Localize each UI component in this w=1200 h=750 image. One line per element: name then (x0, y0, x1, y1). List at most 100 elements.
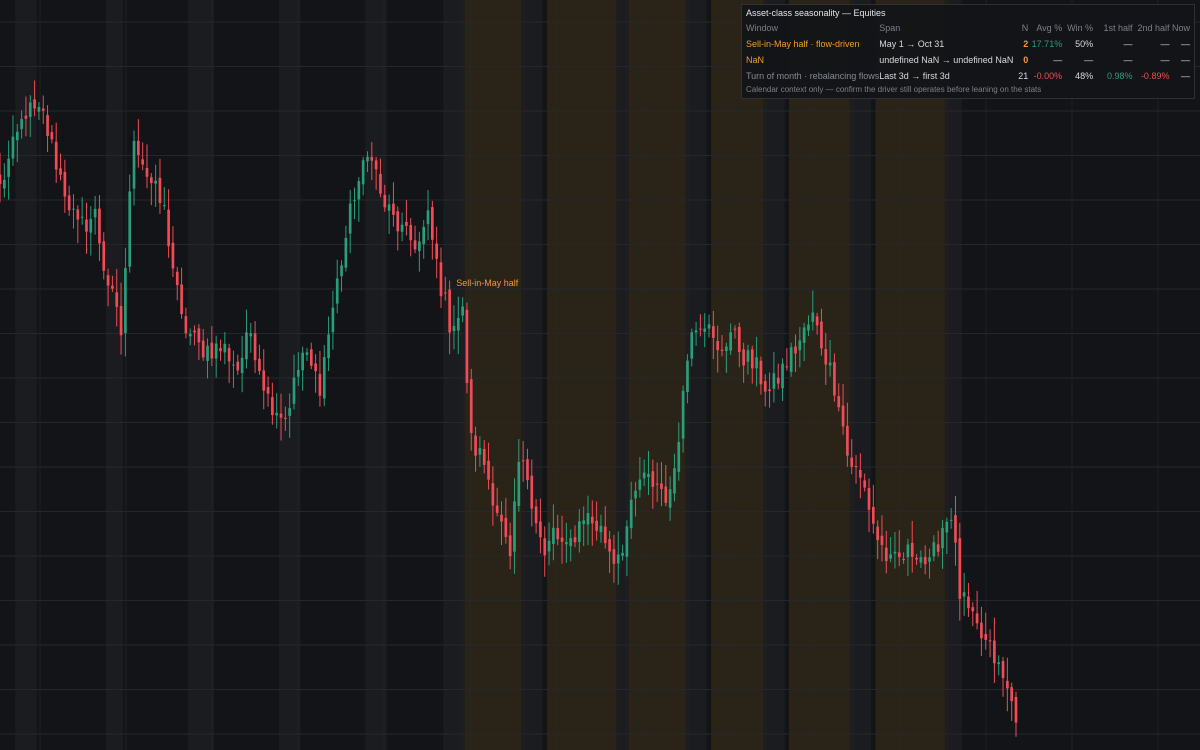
candle-body (651, 471, 655, 487)
chart-area[interactable]: Sell-in-May half Asset-class seasonality… (0, 0, 1200, 750)
candle-body (379, 173, 382, 194)
candle-body (1014, 696, 1018, 723)
row-window: Turn of month · rebalancing flows (746, 71, 880, 81)
candle-body (24, 115, 28, 119)
candle (980, 606, 983, 656)
candle-body (431, 207, 434, 240)
candle (102, 232, 106, 280)
candle-body (694, 330, 698, 333)
candle (175, 266, 179, 301)
col-avg: Avg % (1036, 23, 1063, 33)
candle (11, 115, 15, 166)
row-avg: -0.00% (1033, 71, 1063, 81)
candle-body (262, 370, 266, 391)
row-n: 21 (1018, 71, 1029, 81)
candle (431, 200, 434, 260)
candle-body (975, 613, 979, 624)
candle (435, 226, 439, 279)
candle-body (699, 328, 702, 330)
candle (789, 342, 793, 377)
candle (400, 212, 404, 242)
candle (465, 302, 469, 394)
seasonality-table: Window Span N Avg % Win % 1st half 2nd h… (746, 22, 1190, 85)
candle-body (63, 171, 67, 197)
candle-body (577, 521, 581, 542)
candle-body (759, 360, 763, 385)
candle-body (612, 549, 616, 564)
candle (132, 130, 136, 206)
candle-body (465, 309, 469, 383)
candle-body (746, 350, 750, 362)
candle-body (902, 558, 905, 560)
candle-body (348, 203, 352, 234)
candle-body (344, 237, 348, 268)
candle-body (599, 525, 603, 533)
turn-of-month-band (944, 0, 962, 750)
candle-body (119, 305, 123, 336)
candle-body (387, 204, 391, 211)
candle-body (418, 241, 421, 252)
candle (344, 225, 348, 272)
candle-body (928, 557, 931, 562)
candle (335, 259, 339, 314)
candle (180, 267, 183, 319)
candle-body (595, 520, 598, 531)
candle-body (733, 328, 737, 330)
col-n: N (1021, 23, 1029, 33)
candle-body (824, 349, 828, 365)
candle (984, 612, 988, 650)
candle-body (0, 174, 2, 184)
candle-body (206, 345, 209, 361)
candle (50, 125, 54, 144)
candle-body (305, 352, 309, 355)
candle-body (76, 209, 80, 220)
candle (971, 602, 975, 627)
candle (232, 350, 235, 388)
candle (1014, 691, 1018, 737)
candle (1010, 682, 1014, 721)
candle-body (422, 226, 426, 245)
candle (262, 349, 266, 410)
candle-body (141, 159, 145, 165)
col-first-half: 1st half (1103, 23, 1133, 33)
col-span: Span (879, 23, 901, 33)
candle-body (967, 596, 970, 609)
candle-body (841, 405, 845, 427)
candle (245, 309, 248, 369)
candle (249, 322, 253, 353)
candle (46, 105, 49, 152)
candle-body (227, 347, 231, 362)
candle (396, 206, 400, 251)
candle-body (781, 363, 784, 389)
candle-body (383, 194, 387, 208)
candle (2, 163, 6, 198)
panel-footnote: Calendar context only — confirm the driv… (746, 85, 1042, 94)
candle-body (106, 275, 110, 286)
sell-in-may-label: Sell-in-May half (456, 278, 519, 288)
candle-body (137, 140, 140, 155)
candle (80, 197, 84, 225)
candle (271, 382, 274, 425)
candle (962, 572, 966, 616)
candle (975, 590, 979, 630)
candle-body (331, 307, 335, 333)
candle-body (647, 473, 650, 478)
candle (223, 332, 227, 365)
candle-body (37, 106, 41, 112)
candle-body (750, 349, 754, 369)
candle-body (180, 284, 183, 315)
candle-body (405, 221, 408, 226)
candle-body (357, 181, 361, 200)
candle (76, 205, 80, 244)
candle (72, 194, 75, 229)
candlestick-chart[interactable]: Sell-in-May half (0, 0, 1200, 750)
candle-body (491, 483, 495, 506)
candle-body (41, 108, 45, 111)
candle-body (145, 167, 149, 177)
candle-body (482, 448, 486, 465)
row-span: Last 3d → first 3d (879, 71, 950, 81)
candle-body (327, 334, 330, 359)
calendar-bands (15, 0, 962, 750)
candle-body (958, 538, 962, 599)
candle (997, 655, 1001, 676)
